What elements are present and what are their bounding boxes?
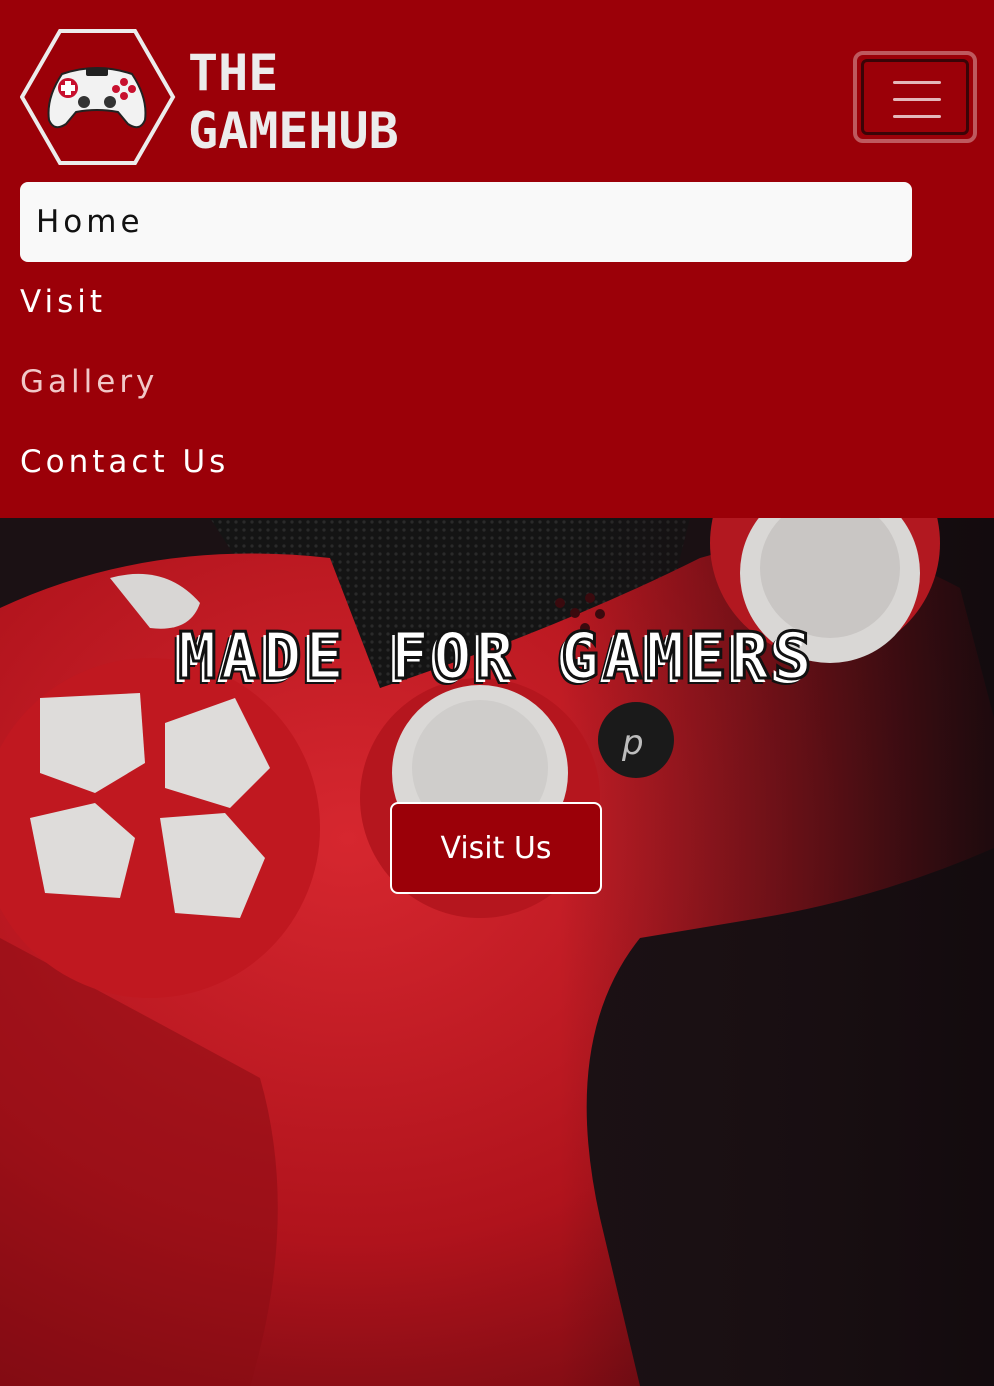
page: THE GAMEHUB Home Visit Gallery Contact U… (0, 0, 994, 1386)
brand-logo[interactable]: THE GAMEHUB (20, 28, 500, 166)
nav-item-gallery[interactable]: Gallery (20, 342, 912, 422)
nav-item-home[interactable]: Home (20, 182, 912, 262)
logo-line1-text: THE (188, 44, 278, 102)
hamburger-menu-icon (893, 115, 941, 118)
nav-menu: Home Visit Gallery Contact Us (20, 182, 912, 502)
navbar: THE GAMEHUB Home Visit Gallery Contact U… (0, 0, 994, 518)
hamburger-menu-icon (893, 98, 941, 101)
svg-text:p: p (621, 723, 644, 763)
hero-title: MADE FOR GAMERS (177, 619, 816, 696)
logo-line2-text: GAMEHUB (188, 102, 399, 160)
nav-item-contact-us[interactable]: Contact Us (20, 422, 912, 502)
hero-section: p MADE FOR GAMERS Visit Us (0, 518, 994, 1386)
nav-item-visit[interactable]: Visit (20, 262, 912, 342)
hamburger-menu-button[interactable] (853, 51, 977, 143)
hamburger-menu-icon (893, 81, 941, 84)
gamepad-icon (47, 67, 147, 129)
toggler-focus-ring (861, 59, 969, 135)
gamehub-logo: THE GAMEHUB (20, 29, 399, 165)
visit-us-button[interactable]: Visit Us (390, 802, 602, 894)
